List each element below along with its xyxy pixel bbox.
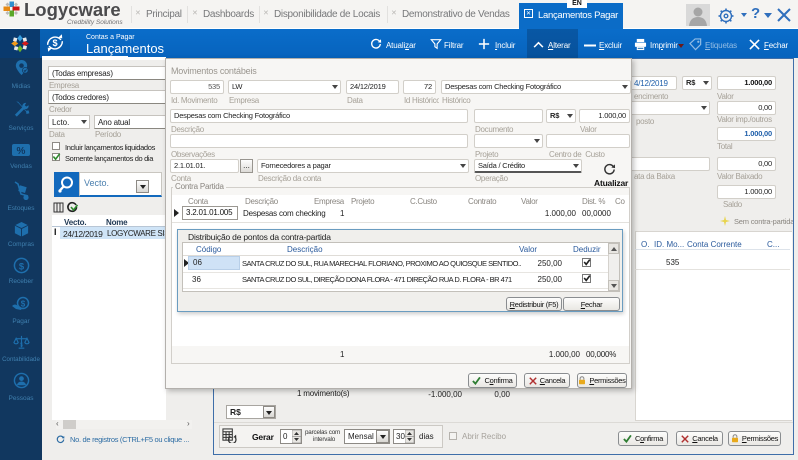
- svg-text:$: $: [19, 261, 25, 272]
- svg-text:$: $: [52, 38, 57, 48]
- svg-text:$: $: [20, 342, 24, 348]
- svg-text:%: %: [17, 146, 26, 157]
- svg-text:$: $: [21, 300, 26, 309]
